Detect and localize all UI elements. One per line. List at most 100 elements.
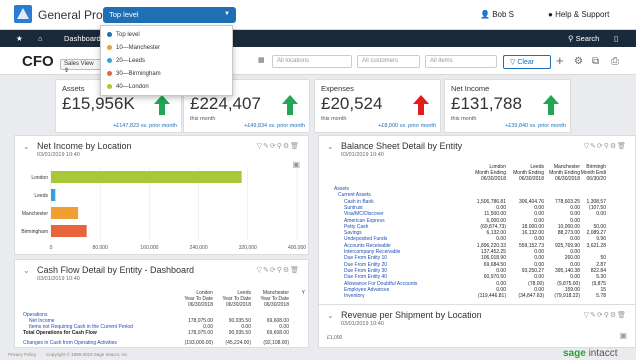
chevron-down-icon[interactable]: ⌄ [327, 311, 334, 320]
cell-value: 0.00 [496, 286, 506, 293]
bar[interactable] [51, 207, 79, 219]
panel-tools[interactable]: ▽✎⟳⚲⚙🗑 [584, 311, 627, 319]
panel-tools[interactable]: ▽✎⟳⚲⚙🗑 [257, 142, 300, 150]
row-label: Savings [344, 230, 362, 237]
user-menu[interactable]: 👤 Bob S [480, 10, 514, 19]
row-label: Petty Cash [344, 223, 369, 230]
panel-title: Balance Sheet Detail by Entity [341, 141, 463, 151]
clear-button[interactable]: ▽ Clear [503, 55, 551, 69]
row-label: Due From Entity 40 [344, 274, 388, 281]
kpi-label: Expenses [321, 84, 354, 93]
x-tick-label: 160,000 [140, 245, 158, 251]
cell-value: 50.00 [593, 223, 606, 230]
table-row: American Express 6,000.00 0.00 0.00 [334, 218, 621, 224]
cell-value: (34,847.63) [518, 293, 544, 300]
entity-option[interactable]: 10—Manchester [107, 45, 160, 51]
category-label: London [31, 175, 48, 181]
kpi-card[interactable]: Net Income £131,788 this month +£39,840 vs.… [444, 79, 571, 133]
customer-filter[interactable]: All customers [357, 55, 420, 68]
y-tick-label: £1,000 [327, 335, 343, 341]
entity-option[interactable]: 30—Birmingham [107, 71, 161, 77]
view-select[interactable]: Sales View ⇕ [60, 59, 104, 74]
chevron-down-icon[interactable]: ⌄ [23, 142, 30, 151]
chevron-down-icon[interactable]: ⌄ [23, 266, 30, 275]
cell-value: 0.00 [534, 236, 544, 243]
cell-value: 559,152.73 [518, 242, 544, 249]
cell-value: 0.00 [570, 274, 580, 281]
cell-value: 60,970.50 [483, 274, 506, 281]
cell-value: 6,000.00 [486, 217, 506, 224]
entity-option[interactable]: 20—Leeds [107, 58, 145, 64]
top-bar: General Product Top level ▼ 👤 Bob S ● He… [0, 0, 636, 30]
nav-dashboards[interactable]: Dashboards [64, 34, 104, 43]
cell-value: 778,603.25 [554, 198, 580, 205]
cell-value: 88,273.00 [557, 230, 580, 237]
column-header: 06/30/2018 [187, 302, 213, 308]
kpi-period: this month [451, 116, 477, 122]
bar[interactable] [51, 225, 87, 237]
user-icon: 👤 [480, 10, 490, 19]
cell-value: 0.00 [534, 211, 544, 218]
cell-value: 15 [600, 286, 606, 293]
table-row: Intercompany Receivable 137,452.25 0.00 0.0… [334, 249, 621, 255]
kpi-label: Net Income [451, 84, 490, 93]
panel-tools[interactable]: ▽✎⟳⚲⚙🗑 [584, 142, 627, 150]
print-icon[interactable]: ⎙ [611, 56, 619, 67]
nav-search[interactable]: ⚲ Search [568, 34, 599, 43]
chevron-down-icon: ▼ [224, 11, 230, 17]
row-label: Changes in Cash from Operating Activitie… [23, 340, 117, 346]
table-row: Due From Entity 20 69,684.50 0.00 0.00 2.87 [334, 262, 621, 268]
arrow-up-icon [543, 95, 559, 115]
kpi-value: £224,407 [190, 94, 261, 113]
sage-logo: sage intacct [563, 348, 618, 359]
cell-value: 925,769.90 [554, 242, 580, 249]
location-filter[interactable]: All locations [272, 55, 352, 68]
privacy-link[interactable]: Privacy Policy [8, 352, 36, 357]
copy-icon[interactable]: ⧉ [592, 56, 599, 67]
entity-option-label: Top level [116, 32, 140, 39]
arrow-down-icon [413, 95, 429, 115]
add-icon[interactable]: + [556, 53, 564, 68]
cell-value: 0.00 [496, 280, 506, 287]
bar[interactable] [51, 171, 242, 183]
table-row: Due From Entity 40 60,970.50 0.00 0.00 5.30 [334, 274, 621, 280]
cell-value: 50 [600, 255, 606, 262]
entity-select[interactable]: Top level ▼ [103, 7, 236, 23]
row-label: Visa/MC/Discover [344, 211, 384, 218]
x-tick-label: 320,000 [239, 245, 257, 251]
gear-icon[interactable]: ⚙ [574, 56, 583, 67]
table-row: Due From Entity 10 106,018.90 0.00 260.00 50 [334, 255, 621, 261]
entity-option[interactable]: 40—London [107, 84, 149, 90]
bookmark-icon[interactable]: ▯ [614, 34, 618, 43]
bar[interactable] [51, 189, 56, 201]
row-label: American Express [344, 217, 385, 224]
cell-value: 1,308,57 [586, 198, 606, 205]
column-header: 06/30/2018 [225, 302, 251, 308]
panel-tools[interactable]: ▽✎⟳⚲⚙🗑 [257, 266, 300, 274]
home-icon[interactable]: ⌂ [38, 34, 43, 43]
export-icon[interactable]: ▣ [619, 331, 627, 340]
cell-value: 0.00 [534, 274, 544, 281]
customer-filter-value: All customers [362, 58, 399, 64]
page-title: CFO [22, 53, 54, 70]
panel-date: 03/01/2019 10:40 [37, 152, 80, 158]
item-filter[interactable]: All items [425, 55, 497, 68]
cell-value: 260.00 [564, 255, 580, 262]
star-icon[interactable]: ★ [16, 34, 23, 43]
entity-option[interactable]: Top level [107, 32, 140, 38]
x-tick-label: 80,000 [93, 245, 109, 251]
x-tick-label: 0 [50, 245, 53, 251]
user-name: Bob S [492, 10, 514, 19]
nav-bar: ★ ⌂ Dashboards ⚲ Search ▯ [0, 30, 636, 47]
row-label: Accounts Receivable [344, 242, 391, 249]
kpi-card[interactable]: Expenses £20,524 this month +£8,000 vs. pri… [314, 79, 441, 133]
table-row: Allowance For Doubtful Accounts 0.00 (78.0… [334, 281, 621, 287]
table-header: London Month Ending 06/30/2018 Leeds Month E… [334, 164, 621, 182]
cell-value: 822.84 [590, 267, 606, 274]
cell-value: (92,108.00) [263, 340, 289, 346]
chevron-down-icon[interactable]: ⌄ [327, 142, 334, 151]
kpi-comparison: +£49,834 vs. prior month [244, 123, 305, 129]
table-row: Suntrust 0.00 0.00 0.00 (107,50 [334, 205, 621, 211]
help-link[interactable]: ● Help & Support [548, 10, 609, 19]
cell-value: 178,075.00 [187, 330, 213, 336]
